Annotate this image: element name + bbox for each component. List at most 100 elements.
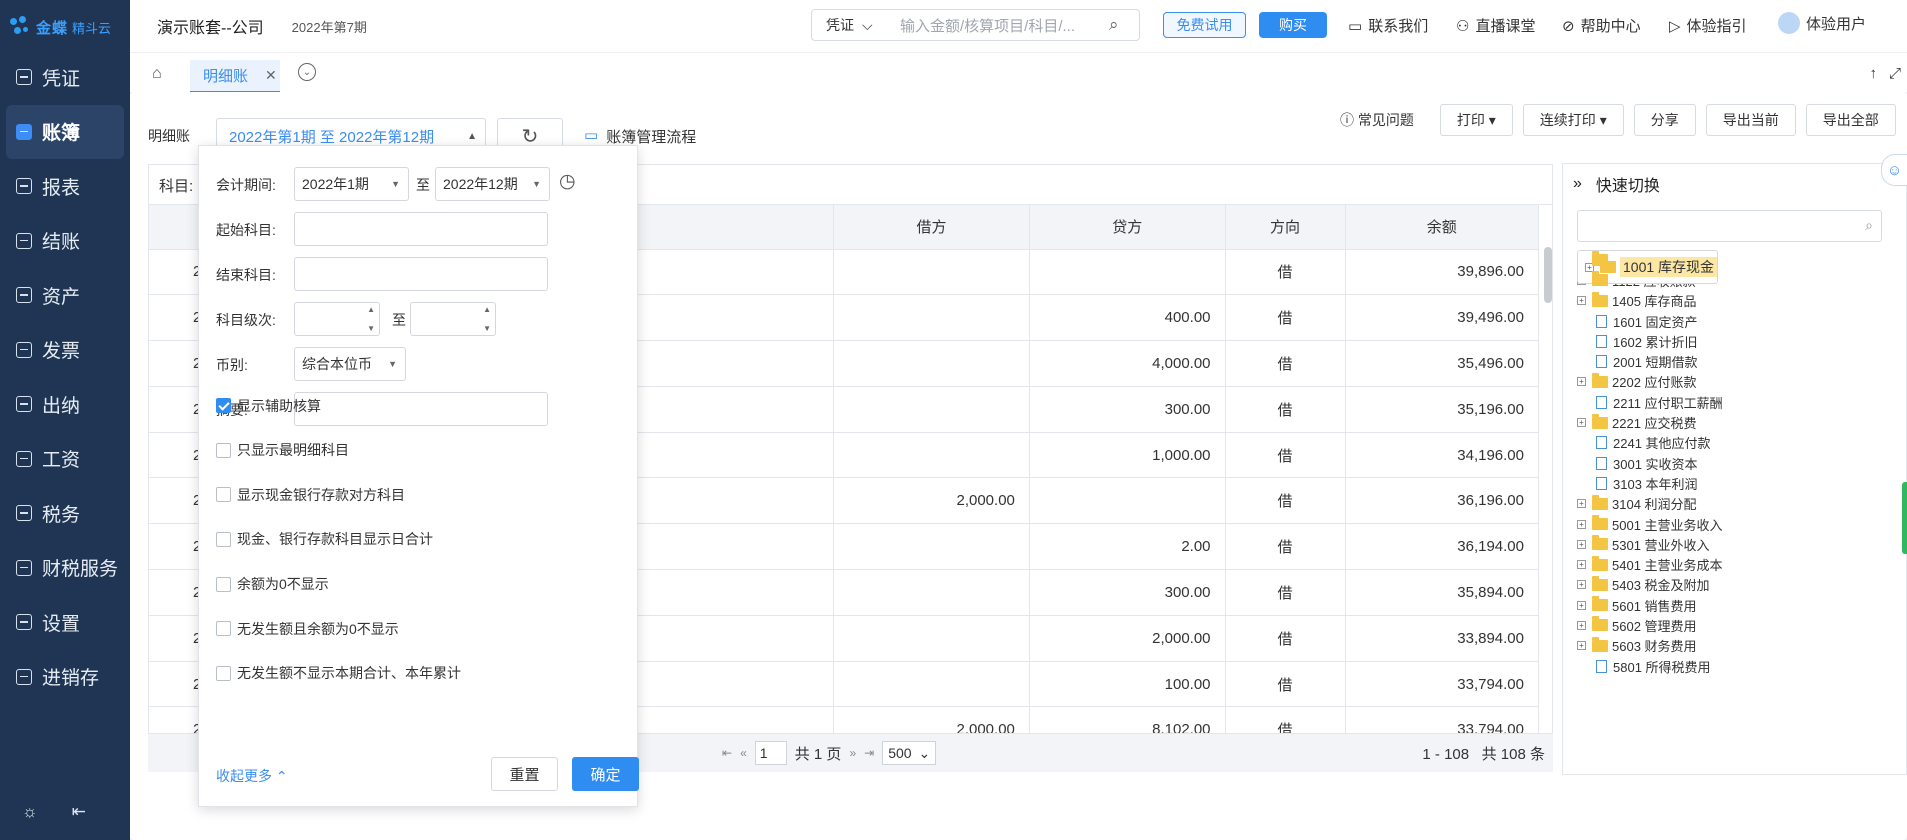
batch-print-button[interactable]: 连续打印 ▾ xyxy=(1522,104,1624,136)
clock-icon[interactable]: ◷ xyxy=(559,170,576,193)
expand-icon[interactable]: + xyxy=(1577,418,1586,428)
tree-node[interactable]: +1405 库存商品 xyxy=(1577,291,1906,311)
expand-icon[interactable]: + xyxy=(1577,519,1586,529)
expand-icon[interactable]: + xyxy=(1577,499,1586,509)
tree-node[interactable]: +5603 财务费用 xyxy=(1577,636,1906,656)
expand-icon[interactable]: + xyxy=(1577,377,1586,387)
start-subject-input[interactable] xyxy=(294,212,548,246)
level-from-stepper[interactable]: ▲ ▼ xyxy=(294,302,380,336)
sidebar-item[interactable]: 结账 xyxy=(0,214,130,269)
tree-node[interactable]: 2001 短期借款 xyxy=(1577,351,1906,371)
tree-node[interactable]: +3104 利润分配 xyxy=(1577,494,1906,514)
tree-node[interactable]: +5401 主营业务成本 xyxy=(1577,554,1906,574)
ledger-flow-link[interactable]: ▭ 账簿管理流程 xyxy=(584,126,696,147)
sidebar-item[interactable]: 出纳 xyxy=(0,377,130,432)
account-set-title[interactable]: 演示账套--公司 xyxy=(157,14,264,38)
tree-node[interactable]: +5602 管理费用 xyxy=(1577,615,1906,635)
sidebar-item[interactable]: 财税服务 xyxy=(0,541,130,596)
stepper-down-icon[interactable]: ▼ xyxy=(367,324,375,333)
sidebar-item[interactable]: 设置 xyxy=(0,595,130,650)
filter-option-checkbox[interactable]: 显示辅助核算 xyxy=(216,396,321,416)
checkbox-icon[interactable] xyxy=(216,442,231,458)
expand-icon[interactable]: + xyxy=(1577,560,1586,570)
faq-link[interactable]: ⓘ 常见问题 xyxy=(1340,104,1414,136)
filter-option-checkbox[interactable]: 显示现金银行存款对方科目 xyxy=(216,485,405,505)
tree-node[interactable]: +2202 应付账款 xyxy=(1577,372,1906,392)
tree-node[interactable]: 2211 应付职工薪酬 xyxy=(1577,392,1906,412)
prev-page-icon[interactable]: « xyxy=(740,746,747,760)
checkbox-icon[interactable] xyxy=(216,487,231,503)
fullscreen-icon[interactable]: ⤢ xyxy=(1889,65,1901,82)
search-type-select[interactable]: 凭证 ⌵ xyxy=(812,15,886,35)
sidebar-item[interactable]: 进销存 xyxy=(0,650,130,705)
help-center-link[interactable]: ⊘ 帮助中心 xyxy=(1562,15,1641,36)
stepper-down-icon[interactable]: ▼ xyxy=(483,324,491,333)
search-input[interactable]: 输入金额/核算项目/科目/... xyxy=(886,15,1109,36)
tree-node[interactable]: +5601 销售费用 xyxy=(1577,595,1906,615)
tree-node[interactable]: +2221 应交税费 xyxy=(1577,412,1906,432)
share-button[interactable]: 分享 xyxy=(1633,104,1696,136)
sidebar-item[interactable]: 发票 xyxy=(0,323,130,378)
expand-icon[interactable]: + xyxy=(1577,600,1586,610)
export-current-button[interactable]: 导出当前 xyxy=(1705,104,1796,136)
expand-icon[interactable]: + xyxy=(1577,296,1586,306)
home-icon[interactable]: ⌂ xyxy=(152,65,162,83)
sidebar-item[interactable]: 账簿 xyxy=(6,104,124,159)
guide-link[interactable]: ▷ 体验指引 xyxy=(1669,15,1747,36)
filter-option-checkbox[interactable]: 现金、银行存款科目显示日合计 xyxy=(216,529,433,549)
checkbox-icon[interactable] xyxy=(216,621,231,637)
sidebar-item[interactable]: 资产 xyxy=(0,268,130,323)
tree-node[interactable]: 3001 实收资本 xyxy=(1577,453,1906,473)
quick-switch-search-input[interactable]: ⌕ xyxy=(1577,210,1882,242)
checkbox-icon[interactable] xyxy=(216,576,231,592)
sidebar-item[interactable]: 凭证 xyxy=(0,50,130,105)
page-input[interactable]: 1 xyxy=(754,741,787,765)
collapse-more-link[interactable]: 收起更多 ⌃ xyxy=(216,766,288,786)
filter-option-checkbox[interactable]: 无发生额且余额为0不显示 xyxy=(216,619,399,639)
print-button[interactable]: 打印 ▾ xyxy=(1439,104,1513,136)
period-from-select[interactable]: 2022年1期 ▼ xyxy=(294,167,409,201)
double-chevron-right-icon[interactable]: » xyxy=(1573,175,1582,193)
level-to-stepper[interactable]: ▲ ▼ xyxy=(410,302,496,336)
tree-node[interactable]: 1602 累计折旧 xyxy=(1577,331,1906,351)
currency-select[interactable]: 综合本位币 ▼ xyxy=(294,347,406,381)
contact-us-link[interactable]: ▭ 联系我们 xyxy=(1348,15,1428,36)
tree-node[interactable]: 1601 固定资产 xyxy=(1577,311,1906,331)
tree-node[interactable]: 2241 其他应付款 xyxy=(1577,433,1906,453)
brand-logo[interactable]: 金蝶 精斗云 xyxy=(10,12,111,42)
sidebar-item[interactable]: 工资 xyxy=(0,432,130,487)
sidebar-item[interactable]: 报表 xyxy=(0,159,130,214)
buy-button[interactable]: 购买 xyxy=(1259,12,1327,38)
sidebar-item[interactable]: 税务 xyxy=(0,486,130,541)
filter-option-checkbox[interactable]: 只显示最明细科目 xyxy=(216,440,349,460)
tree-node[interactable]: +5403 税金及附加 xyxy=(1577,575,1906,595)
expand-icon[interactable]: + xyxy=(1577,641,1586,651)
stepper-up-icon[interactable]: ▲ xyxy=(367,305,375,314)
next-page-icon[interactable]: » xyxy=(849,746,856,760)
expand-icon[interactable]: + xyxy=(1577,620,1586,630)
assistant-float-button[interactable]: ☺ xyxy=(1881,154,1907,186)
first-page-icon[interactable]: ⇤ xyxy=(722,746,732,760)
tree-node[interactable]: 5801 所得税费用 xyxy=(1577,656,1906,676)
reset-button[interactable]: 重置 xyxy=(491,757,558,791)
tab-detail-ledger[interactable]: 明细账 ✕ xyxy=(190,60,280,93)
stepper-up-icon[interactable]: ▲ xyxy=(483,305,491,314)
side-float-strip[interactable] xyxy=(1902,482,1907,554)
checkbox-icon[interactable] xyxy=(216,531,231,547)
period-to-select[interactable]: 2022年12期 ▼ xyxy=(435,167,550,201)
expand-icon[interactable]: + xyxy=(1577,539,1586,549)
filter-option-checkbox[interactable]: 余额为0不显示 xyxy=(216,574,329,594)
tree-node[interactable]: 3103 本年利润 xyxy=(1577,473,1906,493)
export-all-button[interactable]: 导出全部 xyxy=(1805,104,1896,136)
search-icon[interactable]: ⌕ xyxy=(1109,15,1139,35)
checkbox-checked-icon[interactable] xyxy=(216,398,231,414)
filter-option-checkbox[interactable]: 无发生额不显示本期合计、本年累计 xyxy=(216,663,461,683)
summary-input[interactable] xyxy=(294,392,548,426)
live-class-link[interactable]: ⚇ 直播课堂 xyxy=(1456,15,1535,36)
tree-node[interactable]: +5301 营业外收入 xyxy=(1577,534,1906,554)
arrow-up-icon[interactable]: ↑ xyxy=(1869,65,1877,82)
user-menu[interactable]: 体验用户 xyxy=(1778,12,1866,34)
free-trial-button[interactable]: 免费试用 xyxy=(1163,12,1246,38)
last-page-icon[interactable]: ⇥ xyxy=(864,746,874,760)
page-size-select[interactable]: 500 ⌄ xyxy=(882,741,937,765)
